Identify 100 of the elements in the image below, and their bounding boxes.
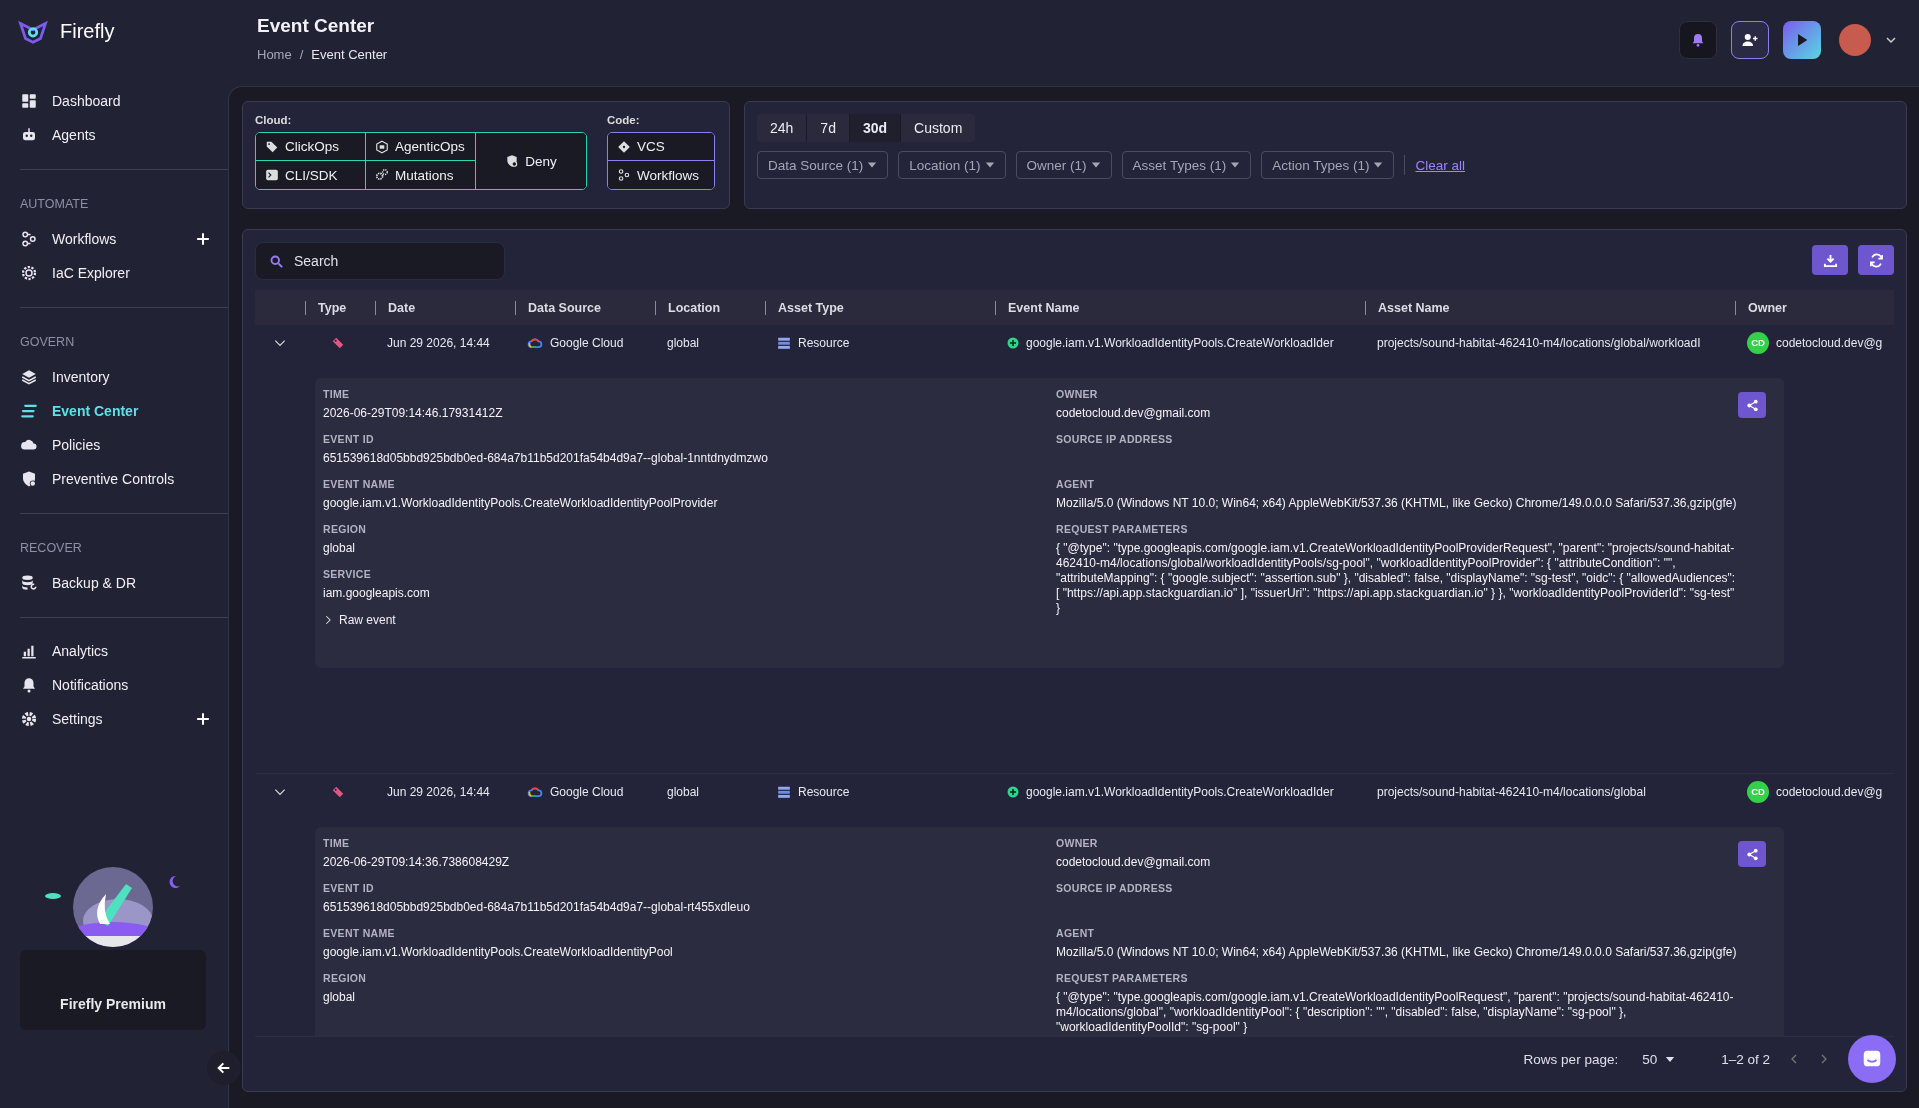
layers-icon bbox=[20, 368, 38, 386]
field-label: EVENT ID bbox=[323, 882, 375, 894]
nav-item[interactable]: Notifications bbox=[20, 668, 228, 702]
filter-label: Cloud: bbox=[255, 114, 293, 126]
field-label: REGION bbox=[323, 972, 368, 984]
page-title: Event Center bbox=[257, 15, 376, 37]
table-cell: google.iam.v1.WorkloadIdentityPools.CreateWorkloadIder bbox=[1026, 784, 1334, 799]
chat-button[interactable] bbox=[1848, 1035, 1896, 1083]
caret-down-icon bbox=[984, 160, 995, 170]
share-button[interactable] bbox=[1738, 392, 1766, 418]
gear-icon bbox=[20, 264, 38, 282]
nav-item[interactable]: Backup & DR bbox=[20, 566, 228, 600]
filter-option[interactable]: Workflows bbox=[608, 161, 714, 189]
plus-circle-icon bbox=[1007, 336, 1019, 349]
table-cell-text: global bbox=[666, 335, 701, 350]
nav-item[interactable]: Workflows bbox=[20, 222, 228, 256]
field-value: global bbox=[323, 990, 357, 1005]
nav-item[interactable]: Event Center bbox=[20, 394, 228, 428]
nav-item[interactable]: Preventive Controls bbox=[20, 462, 228, 496]
field-value: { "@type": "type.googleapis.com/google.iam.v1.CreateWorkloadIdentityPoolRequest", "parent": "projects/sound-habitat-462410-m4/locations/global", "workloadIdentityPool": { "description": "", "disabled": false, "displayName": "sg-pool" }, "workloadIdentityPoolId": "sg-pool" } bbox=[1056, 990, 1735, 1035]
time-range-tab[interactable]: 30d bbox=[849, 114, 902, 142]
field-label: REQUEST PARAMETERS bbox=[1056, 972, 1189, 984]
collapse-button[interactable] bbox=[207, 1051, 241, 1085]
field-label: OWNER bbox=[1056, 837, 1099, 849]
clear-all-link[interactable]: Clear all bbox=[1415, 157, 1465, 173]
field-label: AGENT bbox=[1056, 927, 1096, 939]
filter-option[interactable]: CLI/SDK bbox=[256, 161, 366, 189]
filter-option[interactable]: VCS bbox=[608, 133, 714, 161]
nav-item[interactable]: Dashboard bbox=[20, 84, 228, 118]
field-label: REGION bbox=[323, 523, 368, 535]
filter-option[interactable]: Deny bbox=[476, 133, 586, 189]
table-cell: Google Cloud bbox=[550, 335, 624, 350]
database-icon bbox=[20, 574, 38, 592]
owner-avatar: CD bbox=[1747, 780, 1769, 803]
column-header[interactable]: Type bbox=[305, 300, 375, 315]
shield-icon bbox=[20, 470, 38, 488]
shield-icon bbox=[505, 154, 520, 168]
plus-circle-icon bbox=[1007, 785, 1019, 798]
caret-down-icon bbox=[867, 160, 878, 170]
filter-dropdown[interactable]: Action Types (1) bbox=[1261, 151, 1395, 179]
rows-per-page-select[interactable]: 50 bbox=[1636, 1051, 1682, 1067]
table-cell-text: Jun 29 2026, 14:44 bbox=[386, 784, 491, 799]
caret-down-icon[interactable] bbox=[1885, 34, 1897, 46]
column-header[interactable]: Date bbox=[375, 300, 515, 315]
field-value: 2026-06-29T09:14:46.17931412Z bbox=[323, 406, 504, 421]
column-header[interactable]: Location bbox=[655, 300, 765, 315]
download-button[interactable] bbox=[1812, 245, 1848, 275]
tag-icon bbox=[265, 139, 279, 154]
nav-item[interactable]: IaC Explorer bbox=[20, 256, 228, 290]
play-button[interactable] bbox=[1783, 21, 1821, 59]
rows-per-page-label: Rows per page: bbox=[1523, 1051, 1619, 1067]
share-icon bbox=[1745, 847, 1759, 861]
filter-dropdown[interactable]: Data Source (1) bbox=[757, 151, 889, 179]
server-icon bbox=[777, 335, 791, 350]
plus-icon[interactable] bbox=[196, 712, 210, 726]
field-value: iam.googleapis.com bbox=[323, 586, 431, 601]
refresh-button[interactable] bbox=[1858, 245, 1894, 275]
table-cell: Google Cloud bbox=[550, 784, 624, 799]
share-icon bbox=[1745, 398, 1759, 412]
nav-item[interactable]: Analytics bbox=[20, 634, 228, 668]
column-header[interactable]: Data Source bbox=[515, 300, 655, 315]
raw-event-toggle[interactable]: Raw event bbox=[323, 613, 396, 627]
table-cell: codetocloud.dev@g bbox=[1776, 335, 1883, 350]
field-label: REQUEST PARAMETERS bbox=[1056, 523, 1189, 535]
nav-item[interactable]: Policies bbox=[20, 428, 228, 462]
table-cell-text: projects/sound-habitat-462410-m4/locations/global bbox=[1376, 784, 1647, 799]
diamond-icon bbox=[617, 139, 631, 154]
field-label: AGENT bbox=[1056, 478, 1096, 490]
column-header[interactable]: Asset Name bbox=[1365, 300, 1735, 315]
user-avatar[interactable] bbox=[1839, 24, 1871, 56]
filter-option[interactable]: AgenticOps bbox=[366, 133, 476, 161]
nav-item[interactable]: Settings bbox=[20, 702, 228, 736]
field-value: 2026-06-29T09:14:36.738608429Z bbox=[323, 855, 511, 870]
nav-item[interactable]: Agents bbox=[20, 118, 228, 152]
lines-icon bbox=[20, 402, 38, 420]
plus-icon[interactable] bbox=[196, 232, 210, 246]
invite-user-button[interactable] bbox=[1731, 21, 1769, 59]
filter-dropdown[interactable]: Location (1) bbox=[898, 151, 1006, 179]
field-value: Mozilla/5.0 (Windows NT 10.0; Win64; x64) AppleWebKit/537.36 (KHTML, like Gecko) Chrome/149.0.0.0 Safari/537.36,gzip(gfe) bbox=[1056, 496, 1738, 511]
notifications-button[interactable] bbox=[1679, 21, 1717, 59]
filter-option[interactable]: Mutations bbox=[366, 161, 476, 189]
table-cell-text: global bbox=[666, 784, 701, 799]
column-header[interactable]: Event Name bbox=[995, 300, 1365, 315]
search-field[interactable]: Search bbox=[255, 242, 505, 280]
premium-card[interactable]: Firefly Premium bbox=[20, 950, 206, 1030]
search-icon bbox=[269, 254, 284, 269]
breadcrumb-link[interactable]: Home bbox=[257, 47, 292, 62]
filter-dropdown[interactable]: Asset Types (1) bbox=[1121, 151, 1252, 179]
tag-icon bbox=[331, 784, 345, 799]
column-header[interactable]: Owner bbox=[1735, 300, 1894, 315]
brand-name: Firefly bbox=[60, 19, 115, 43]
share-button[interactable] bbox=[1738, 841, 1766, 867]
section-heading: GOVERN bbox=[20, 335, 76, 349]
terminal-icon bbox=[265, 168, 279, 182]
caret-down-icon bbox=[1230, 160, 1241, 170]
nav-item[interactable]: Inventory bbox=[20, 360, 228, 394]
filter-dropdown[interactable]: Owner (1) bbox=[1015, 151, 1112, 179]
column-header[interactable]: Asset Type bbox=[765, 300, 995, 315]
filter-option[interactable]: ClickOps bbox=[256, 133, 366, 161]
field-label: SOURCE IP ADDRESS bbox=[1056, 882, 1174, 894]
